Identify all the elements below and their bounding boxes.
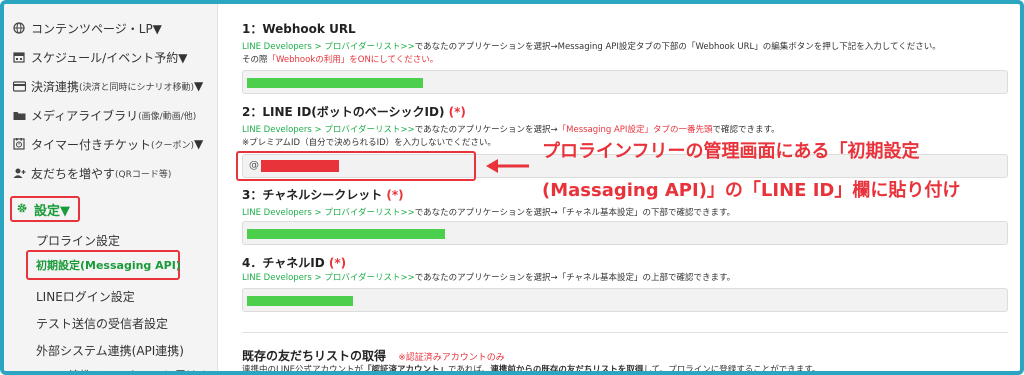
webhook-desc-2: その際「Webhookの利用」をONにしてください。 (242, 55, 439, 65)
sidebar-item-suffix: ▼ (194, 79, 204, 93)
sidebar-item-note: (画像/動画/他) (138, 111, 197, 122)
sidebar-item-schedule[interactable]: スケジュール/イベント予約▼ (12, 46, 187, 68)
webhook-title: 1：Webhook URL (242, 22, 356, 36)
sidebar-item-suffix: ▼ (194, 137, 204, 151)
annotation-line-2: (Massaging API)」の「LINE ID」欄に貼り付け (542, 180, 961, 201)
sidebar-item-label: 友だちを増やす (31, 166, 116, 181)
sidebar-sub-test-send[interactable]: テスト送信の受信者設定 (36, 315, 168, 332)
sidebar-item-label: スケジュール/イベント予約▼ (31, 50, 188, 65)
channel-id-title: 4．チャネルID (*) (242, 256, 347, 270)
sidebar-item-label: コンテンツページ・LP▼ (31, 21, 162, 36)
sidebar-sub-initial-settings[interactable]: 初期設定(Messaging API) (26, 250, 181, 280)
line-id-highlight (236, 151, 476, 181)
redacted-value (247, 229, 445, 239)
card-icon (12, 79, 26, 93)
screenshot-frame: コンテンツページ・LP▼ スケジュール/イベント予約▼ 決済連携 (決済と同時に… (0, 0, 1024, 375)
sidebar-item-friends[interactable]: 友だちを増やす (QRコード等) (12, 162, 171, 184)
folder-icon (12, 108, 26, 122)
providers-link[interactable]: LINE Developers > プロバイダーリスト>> (242, 208, 415, 218)
line-id-note: ※プレミアムID（自分で決められるID）を入力しないでください。 (242, 138, 496, 148)
sidebar-item-note: (QRコード等) (115, 169, 172, 180)
sidebar-item-label: メディアライブラリ (31, 108, 139, 123)
ticket-icon (12, 137, 26, 151)
left-arrow-icon (486, 159, 529, 173)
sidebar-sub-mail[interactable]: メール連携(メールをLINEに届ける) (36, 367, 212, 371)
sidebar-item-payment[interactable]: 決済連携 (決済と同時にシナリオ移動) ▼ (12, 75, 203, 97)
sidebar-item-note: (決済と同時にシナリオ移動) (79, 82, 195, 93)
calendar-icon (12, 50, 26, 64)
sidebar-item-settings[interactable]: 設定▼ (10, 196, 80, 222)
annotation-line-1: プロラインフリーの管理画面にある「初期設定 (542, 141, 920, 162)
sidebar-item-label: タイマー付きチケット (31, 137, 152, 152)
channel-id-field[interactable] (242, 288, 1008, 312)
sidebar-item-contents[interactable]: コンテンツページ・LP▼ (12, 17, 162, 39)
providers-link[interactable]: LINE Developers > プロバイダーリスト>> (242, 125, 415, 135)
settings-label: 設定▼ (34, 203, 70, 219)
friends-title: 既存の友だちリストの取得 ※認証済みアカウントのみ (242, 349, 505, 363)
gear-icon (16, 202, 30, 216)
secret-desc: LINE Developers > プロバイダーリスト>>であなたのアプリケーシ… (242, 208, 736, 218)
line-id-title: 2：LINE ID(ボットのベーシックID) (*) (242, 105, 466, 119)
secret-title: 3：チャネルシークレット (*) (242, 188, 404, 202)
sidebar-sub-proline[interactable]: プロライン設定 (36, 232, 120, 249)
add-user-icon (12, 166, 26, 180)
channel-id-desc: LINE Developers > プロバイダーリスト>>であなたのアプリケーシ… (242, 273, 736, 283)
line-id-desc: LINE Developers > プロバイダーリスト>>であなたのアプリケーシ… (242, 125, 780, 135)
redacted-value (247, 296, 353, 306)
webhook-desc: LINE Developers > プロバイダーリスト>>であなたのアプリケーシ… (242, 42, 941, 52)
sidebar: コンテンツページ・LP▼ スケジュール/イベント予約▼ 決済連携 (決済と同時に… (4, 4, 218, 371)
main-content: 1：Webhook URL LINE Developers > プロバイダーリス… (224, 4, 1020, 375)
sidebar-sub-line-login[interactable]: LINEログイン設定 (36, 288, 135, 305)
providers-link[interactable]: LINE Developers > プロバイダーリスト>> (242, 273, 415, 283)
sidebar-sub-api[interactable]: 外部システム連携(API連携) (36, 342, 184, 359)
required-mark: (*) (328, 256, 347, 270)
providers-link[interactable]: LINE Developers > プロバイダーリスト>> (242, 42, 415, 52)
required-mark: (*) (448, 105, 466, 119)
verified-only-note: ※認証済みアカウントのみ (398, 353, 505, 363)
sidebar-item-note: (クーポン) (151, 140, 195, 151)
required-mark: (*) (386, 188, 404, 202)
webhook-url-field[interactable] (242, 70, 1008, 94)
sidebar-sub-label: 初期設定(Messaging API) (36, 259, 181, 272)
sidebar-item-media[interactable]: メディアライブラリ (画像/動画/他) (12, 104, 196, 126)
channel-secret-field[interactable] (242, 221, 1008, 245)
friends-desc: 連携中のLINE公式アカウントが「認証済アカウント」であれば、連携前からの既存の… (242, 365, 821, 375)
sidebar-item-label: 決済連携 (31, 79, 80, 94)
redacted-value (247, 78, 423, 88)
divider (242, 332, 1008, 333)
sidebar-item-ticket[interactable]: タイマー付きチケット (クーポン) ▼ (12, 133, 203, 155)
globe-icon (12, 21, 26, 35)
